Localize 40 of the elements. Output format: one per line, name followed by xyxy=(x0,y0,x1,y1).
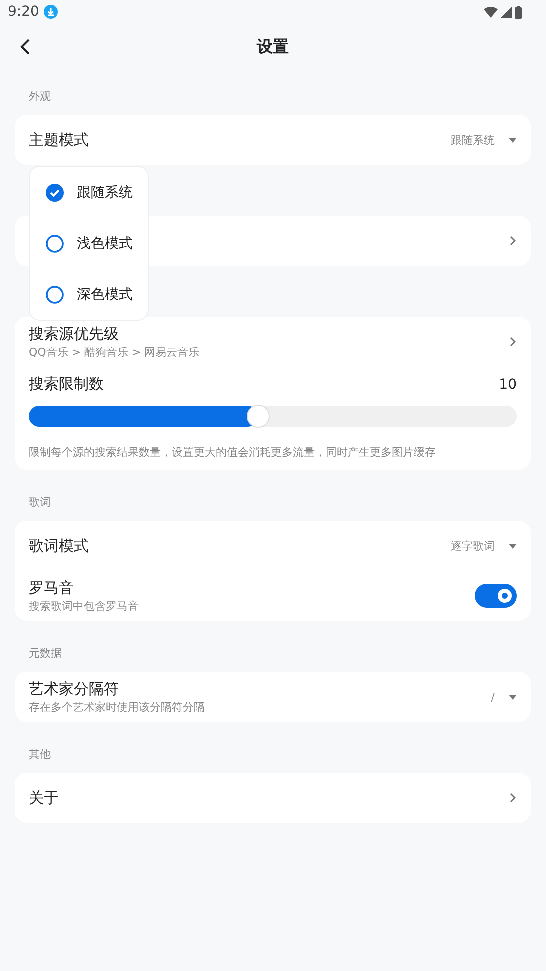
setting-label: 关于 xyxy=(29,788,60,808)
wifi-icon xyxy=(484,6,498,18)
dropdown-caret-icon xyxy=(509,138,517,142)
section-header: 外观 xyxy=(29,90,51,103)
setting-hint: 限制每个源的搜索结果数量，设置更大的值会消耗更多流量，同时产生更多图片缓存 xyxy=(29,445,437,460)
signal-icon xyxy=(501,6,512,18)
setting-description: QQ音乐 > 酷狗音乐 > 网易云音乐 xyxy=(29,344,201,360)
section-header: 其他 xyxy=(29,748,51,761)
radio-checked-icon[interactable] xyxy=(46,184,64,202)
menu-option[interactable]: 浅色模式 xyxy=(77,234,133,252)
dropdown-value[interactable]: 逐字歌词 xyxy=(451,538,495,554)
setting-label: 罗马音 xyxy=(29,578,75,598)
download-icon xyxy=(44,5,58,19)
page-title: 设置 xyxy=(257,36,289,56)
setting-label: 主题模式 xyxy=(29,130,90,150)
status-time: 9:20 xyxy=(8,4,40,20)
menu-option[interactable]: 深色模式 xyxy=(77,286,133,304)
chevron-right-icon xyxy=(509,336,517,348)
slider-reading: 10 xyxy=(499,376,517,392)
battery-icon xyxy=(515,6,522,18)
radio-icon[interactable] xyxy=(46,286,64,304)
dropdown-value[interactable]: / xyxy=(491,690,495,704)
slider-track[interactable] xyxy=(29,406,517,427)
setting-description: 搜索歌词中包含罗马音 xyxy=(29,598,140,614)
toggle-switch[interactable] xyxy=(475,584,517,608)
setting-label: 搜索源优先级 xyxy=(29,324,120,344)
dropdown-value[interactable]: 跟随系统 xyxy=(451,132,495,148)
chevron-right-icon xyxy=(509,792,517,804)
dropdown-caret-icon xyxy=(509,544,517,548)
menu-option[interactable]: 跟随系统 xyxy=(77,184,133,202)
slider-thumb[interactable] xyxy=(247,405,270,428)
setting-label: 搜索限制数 xyxy=(29,375,104,394)
dropdown-caret-icon xyxy=(509,694,517,700)
setting-label: 艺术家分隔符 xyxy=(29,680,120,698)
section-header: 歌词 xyxy=(29,496,51,509)
chevron-right-icon xyxy=(509,235,517,247)
setting-description: 存在多个艺术家时使用该分隔符分隔 xyxy=(29,700,206,714)
section-header: 元数据 xyxy=(29,647,62,660)
radio-icon[interactable] xyxy=(46,234,64,252)
setting-label: 歌词模式 xyxy=(29,536,90,556)
